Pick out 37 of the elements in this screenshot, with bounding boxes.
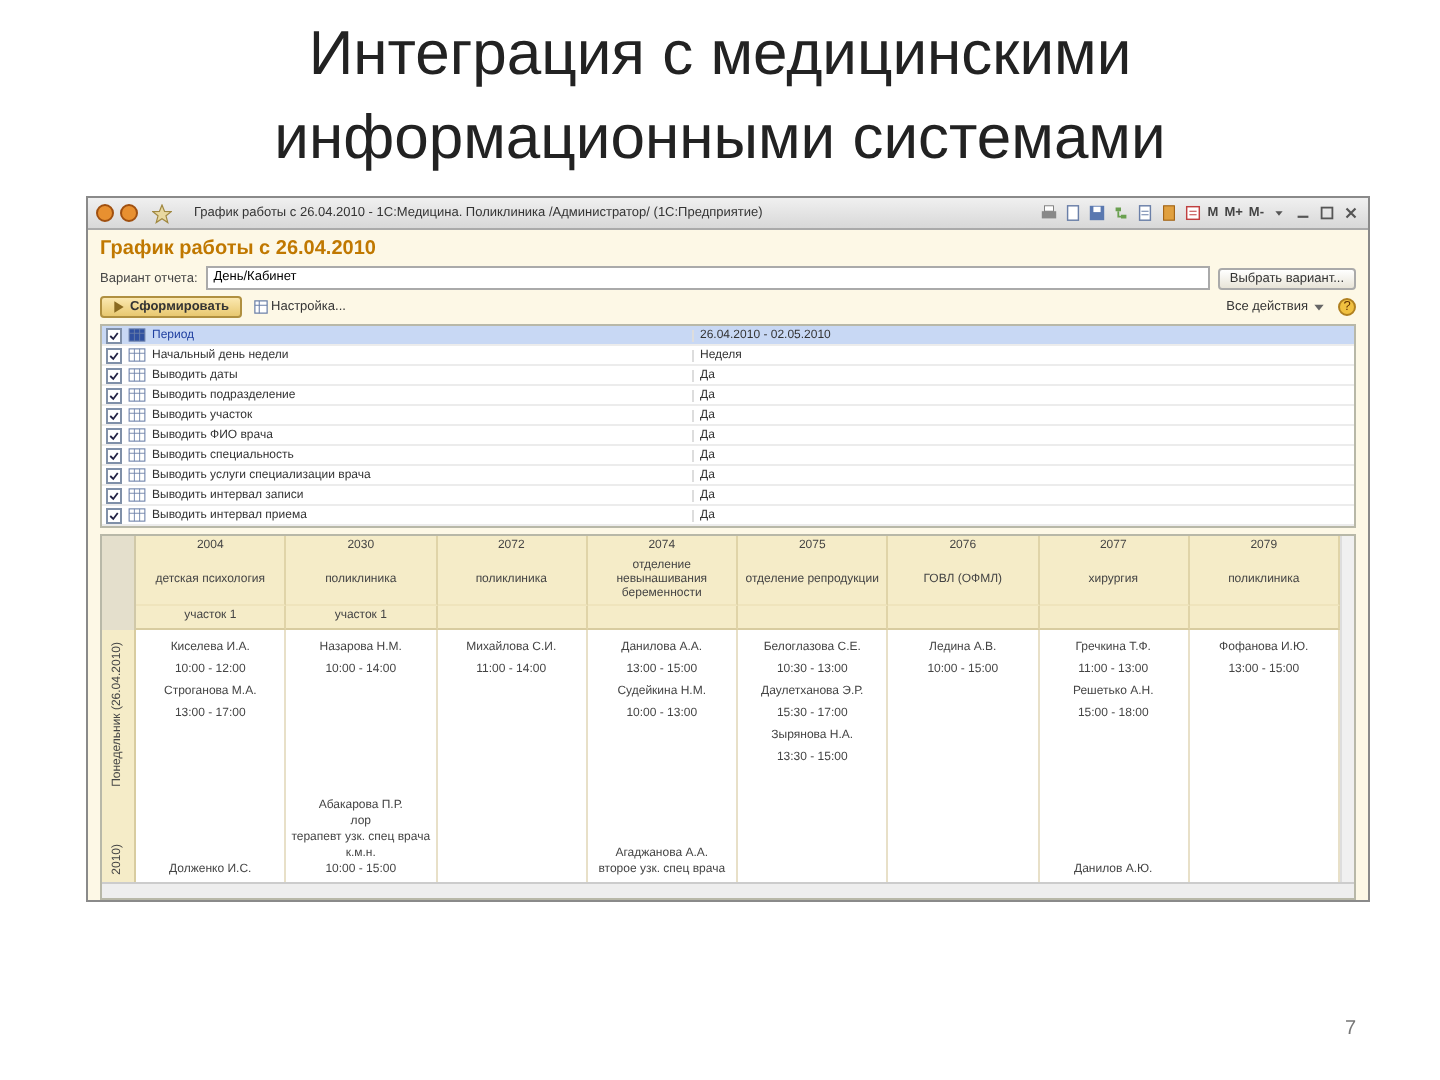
save-icon[interactable] <box>1087 204 1106 222</box>
grid-icon <box>128 428 146 442</box>
tree-icon[interactable] <box>1111 204 1130 222</box>
grid-icon <box>128 448 146 462</box>
checkbox[interactable] <box>106 427 122 443</box>
checkbox[interactable] <box>106 487 122 503</box>
close-icon[interactable] <box>1342 204 1360 222</box>
grid-icon <box>128 388 146 402</box>
table-icon <box>253 300 268 314</box>
checkbox[interactable] <box>106 367 122 383</box>
grid-icon <box>128 508 146 522</box>
slide-title: Интеграция с медицинскими <box>308 16 1132 92</box>
checkbox[interactable] <box>106 387 122 403</box>
play-icon <box>112 300 126 314</box>
grid-icon <box>128 488 146 502</box>
star-icon[interactable] <box>152 203 172 223</box>
document-icon[interactable] <box>1135 204 1154 222</box>
slide-title: информационными системами <box>274 100 1166 176</box>
caret-icon <box>1312 300 1326 314</box>
report-heading: График работы с 26.04.2010 <box>100 236 378 264</box>
checkbox[interactable] <box>106 407 122 423</box>
grid-icon <box>128 348 146 362</box>
checkbox[interactable] <box>106 507 122 523</box>
grid-icon <box>128 328 146 342</box>
grid-icon <box>128 368 146 382</box>
checkbox[interactable] <box>106 447 122 463</box>
page-number: 7 <box>1344 1018 1356 1040</box>
grid-icon <box>128 468 146 482</box>
checkbox[interactable] <box>106 327 122 343</box>
grid-icon <box>128 408 146 422</box>
document-icon[interactable] <box>1063 204 1082 222</box>
horizontal-scrollbar[interactable] <box>102 882 1354 898</box>
printer-icon[interactable] <box>1039 204 1058 222</box>
maximize-icon[interactable] <box>1318 204 1336 222</box>
checkbox[interactable] <box>106 467 122 483</box>
vertical-scrollbar[interactable] <box>1340 536 1354 882</box>
checkbox[interactable] <box>106 347 122 363</box>
